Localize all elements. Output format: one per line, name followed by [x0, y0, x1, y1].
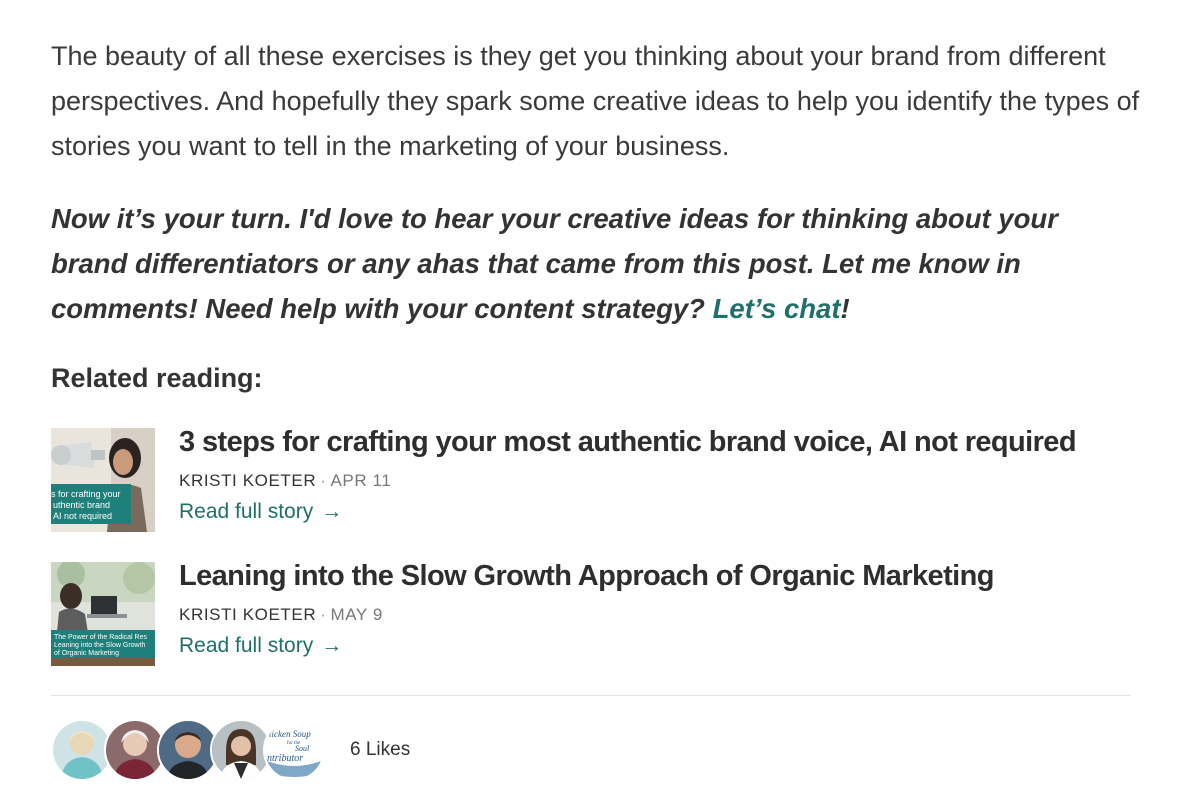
- post-date: MAY 9: [330, 605, 383, 624]
- thumb-text-line: The Power of the Radical Res: [54, 634, 147, 641]
- post-author[interactable]: KRISTI KOETER: [179, 471, 316, 490]
- logo-text-line: ticken Soup: [269, 729, 311, 739]
- thumb-text-line: Leaning into the Slow Growth: [54, 642, 146, 649]
- related-posts-list: s for crafting your uthentic brand AI no…: [51, 426, 1141, 668]
- likes-count[interactable]: 6 Likes: [350, 739, 410, 761]
- related-post: The Power of the Radical Res Leaning int…: [51, 560, 1141, 668]
- meta-separator: ·: [320, 471, 327, 490]
- related-reading-heading: Related reading:: [51, 363, 263, 393]
- read-full-story-label: Read full story: [179, 634, 314, 657]
- post-meta: KRISTI KOETER · APR 11: [179, 469, 391, 493]
- read-full-story-link[interactable]: Read full story →: [179, 632, 342, 660]
- thumb-text-line: of Organic Marketing: [54, 650, 119, 657]
- read-full-story-link[interactable]: Read full story →: [179, 498, 342, 526]
- thumb-text-line: AI not required: [53, 511, 112, 521]
- post-title[interactable]: 3 steps for crafting your most authentic…: [179, 422, 1077, 462]
- meta-separator: ·: [320, 605, 327, 624]
- closing-paragraph: The beauty of all these exercises is the…: [51, 41, 1140, 161]
- post-author[interactable]: KRISTI KOETER: [179, 605, 316, 624]
- call-to-action: Now it’s your turn. I'd love to hear you…: [51, 196, 1141, 331]
- arrow-right-icon: →: [321, 500, 343, 523]
- thumb-text-line: s for crafting your: [51, 489, 121, 499]
- thumb-text-line: uthentic brand: [53, 500, 110, 510]
- related-post: s for crafting your uthentic brand AI no…: [51, 426, 1141, 534]
- cta-text: Now it’s your turn. I'd love to hear you…: [51, 203, 1058, 324]
- post-thumbnail[interactable]: The Power of the Radical Res Leaning int…: [51, 562, 155, 666]
- divider: [51, 695, 1131, 696]
- arrow-right-icon: →: [321, 634, 343, 657]
- article-body: The beauty of all these exercises is the…: [51, 34, 1141, 696]
- post-date: APR 11: [330, 471, 392, 490]
- cta-end: !: [840, 293, 850, 324]
- post-title[interactable]: Leaning into the Slow Growth Approach of…: [179, 556, 994, 596]
- likes-row[interactable]: ticken Soup for the Soul ntributor 6 Lik…: [51, 719, 410, 781]
- read-full-story-label: Read full story: [179, 500, 314, 523]
- avatar[interactable]: ticken Soup for the Soul ntributor: [263, 719, 325, 781]
- lets-chat-link[interactable]: Let’s chat: [713, 293, 841, 324]
- logo-text-line: Soul: [295, 744, 310, 753]
- logo-text-line: ntributor: [267, 753, 303, 764]
- post-thumbnail[interactable]: s for crafting your uthentic brand AI no…: [51, 428, 155, 532]
- post-meta: KRISTI KOETER · MAY 9: [179, 603, 383, 627]
